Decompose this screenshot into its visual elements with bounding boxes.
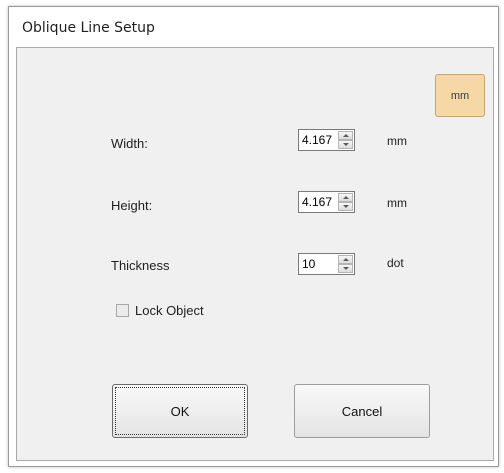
- lock-object-label[interactable]: Lock Object: [135, 303, 204, 318]
- ok-button[interactable]: OK: [112, 384, 248, 438]
- width-spinbox[interactable]: 4.167: [298, 129, 355, 151]
- thickness-unit: dot: [387, 256, 404, 270]
- thickness-label: Thickness: [111, 258, 170, 273]
- width-increment-icon[interactable]: [338, 131, 353, 140]
- cancel-button[interactable]: Cancel: [294, 384, 430, 438]
- width-spin-arrows[interactable]: [338, 131, 353, 149]
- lock-object-checkbox[interactable]: [116, 304, 129, 317]
- unit-toggle-button[interactable]: mm: [435, 74, 485, 117]
- dialog-body: mm Width: 4.167 mm Height: 4.167 mm Thic…: [16, 47, 494, 461]
- width-value: 4.167: [302, 133, 333, 147]
- dialog-title: Oblique Line Setup: [22, 20, 155, 36]
- height-spin-arrows[interactable]: [338, 193, 353, 211]
- height-value: 4.167: [302, 195, 333, 209]
- width-unit: mm: [387, 134, 407, 148]
- thickness-spinbox[interactable]: 10: [298, 253, 355, 275]
- dialog-window: Oblique Line Setup mm Width: 4.167 mm He…: [8, 6, 499, 467]
- height-label: Height:: [111, 198, 153, 213]
- height-decrement-icon[interactable]: [338, 202, 353, 211]
- thickness-increment-icon[interactable]: [338, 255, 353, 264]
- height-spinbox[interactable]: 4.167: [298, 191, 355, 213]
- thickness-decrement-icon[interactable]: [338, 264, 353, 273]
- height-increment-icon[interactable]: [338, 193, 353, 202]
- thickness-spin-arrows[interactable]: [338, 255, 353, 273]
- title-bar[interactable]: Oblique Line Setup: [9, 7, 498, 47]
- width-label: Width:: [111, 136, 148, 151]
- width-decrement-icon[interactable]: [338, 140, 353, 149]
- thickness-value: 10: [302, 257, 316, 271]
- height-unit: mm: [387, 196, 407, 210]
